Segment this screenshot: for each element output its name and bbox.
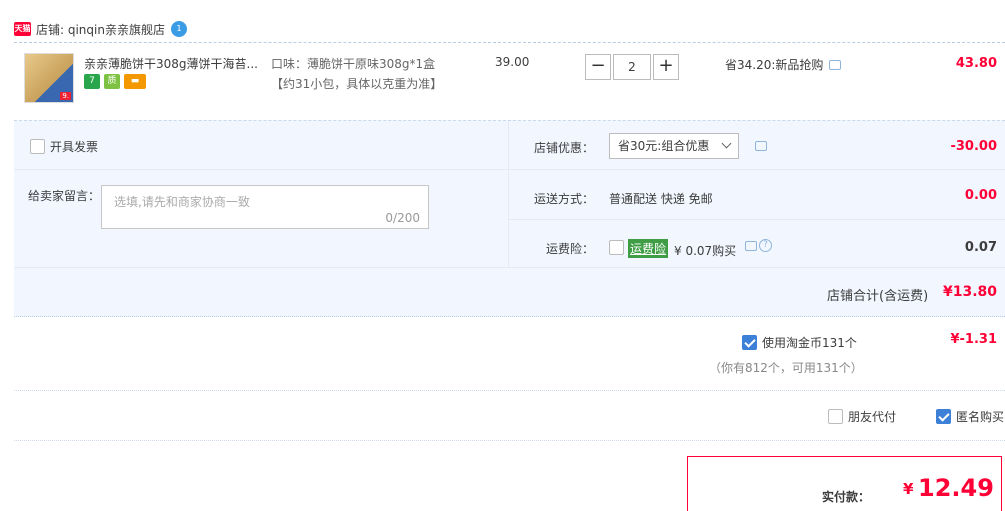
help-icon[interactable]: ?	[759, 239, 772, 252]
message-icon[interactable]	[829, 59, 842, 70]
divider	[14, 267, 1005, 268]
increase-quantity-button[interactable]: +	[653, 54, 679, 80]
shipping-method: 普通配送 快递 免邮	[609, 192, 713, 206]
message-icon[interactable]	[755, 141, 767, 151]
shop-name[interactable]: 店铺: qinqin亲亲旗舰店	[36, 21, 165, 38]
shop-discount-selected: 省30元:组合优惠	[618, 139, 710, 153]
credit-card-icon[interactable]: ▬	[124, 74, 146, 89]
chevron-down-icon	[721, 138, 732, 149]
divider	[509, 219, 1005, 220]
invoice-checkbox[interactable]	[30, 139, 45, 154]
friend-pay-label: 朋友代付	[848, 410, 897, 424]
sku-note: 【约31小包，具体以克重为准】	[271, 77, 443, 91]
product-title-link[interactable]: 亲亲薄脆饼干308g薄饼干海苔...	[84, 55, 264, 72]
insurance-icons: ?	[743, 239, 772, 252]
insurance-value: 0.07	[964, 240, 997, 255]
shop-discount-label: 店铺优惠：	[534, 141, 595, 155]
coins-discount-value: ¥-1.31	[950, 332, 997, 347]
promotion-info: 省34.20:新品抢购	[725, 56, 842, 73]
quantity-stepper: − 2 +	[585, 54, 679, 80]
seven-day-return-icon[interactable]: 7	[84, 74, 100, 89]
insurance-label: 运费险：	[546, 242, 595, 256]
message-placeholder: 选填,请先和商家协商一致	[114, 195, 250, 209]
friend-pay-checkbox[interactable]	[828, 409, 843, 424]
tmall-logo-icon: 天猫	[14, 22, 31, 36]
decrease-quantity-button[interactable]: −	[585, 54, 611, 80]
insurance-checkbox[interactable]	[609, 240, 624, 255]
message-char-count: 0/200	[385, 211, 420, 225]
sku-flavor: 口味：薄脆饼干原味308g*1盒	[271, 57, 436, 71]
insurance-badge[interactable]: 运费险	[628, 239, 669, 258]
anonymous-purchase-label: 匿名购买	[956, 410, 1005, 424]
payment-amount: 12.49	[918, 474, 994, 502]
wangwang-chat-icon[interactable]: 1	[170, 21, 187, 37]
message-label: 给卖家留言：	[28, 189, 101, 203]
divider	[14, 169, 508, 170]
coins-note: （你有812个，可用131个）	[709, 361, 863, 375]
product-thumbnail[interactable]: 9.	[24, 53, 74, 103]
friend-pay-option[interactable]: 朋友代付	[828, 408, 896, 425]
currency-symbol: ¥	[903, 480, 914, 498]
unit-price: 39.00	[495, 55, 530, 69]
use-coins-label: 使用淘金币131个	[762, 336, 857, 350]
payment-label: 实付款：	[821, 490, 870, 504]
invoice-label: 开具发票	[50, 140, 99, 154]
shop-total-value: ¥13.80	[942, 284, 997, 300]
insurance-price: ¥ 0.07购买	[674, 244, 737, 258]
message-icon[interactable]	[745, 240, 757, 251]
anonymous-purchase-checkbox[interactable]	[936, 409, 951, 424]
use-coins-checkbox[interactable]	[742, 335, 757, 350]
shop-discount-select[interactable]: 省30元:组合优惠	[609, 133, 739, 159]
anonymous-purchase-option[interactable]: 匿名购买	[936, 408, 1004, 425]
shipping-fee: 0.00	[964, 188, 997, 203]
divider	[14, 390, 1005, 391]
divider	[509, 169, 1005, 170]
shop-header: 天猫 店铺: qinqin亲亲旗舰店 1	[14, 18, 187, 40]
service-icons: 7 质 ▬	[84, 74, 146, 89]
invoice-option[interactable]: 开具发票	[30, 138, 98, 155]
shop-total-label: 店铺合计(含运费)	[827, 289, 929, 304]
quantity-input[interactable]: 2	[613, 54, 651, 80]
shop-discount-value: -30.00	[950, 139, 997, 154]
divider	[14, 440, 1005, 441]
quality-guarantee-icon[interactable]: 质	[104, 74, 120, 89]
thumbnail-tag: 9.	[60, 92, 71, 100]
promotion-text: 省34.20:新品抢购	[725, 58, 824, 72]
use-coins-option[interactable]: 使用淘金币131个	[742, 334, 857, 351]
item-subtotal: 43.80	[955, 56, 997, 71]
seller-message-input[interactable]: 选填,请先和商家协商一致 0/200	[101, 185, 429, 229]
sku-info: 口味：薄脆饼干原味308g*1盒 【约31小包，具体以克重为准】	[271, 54, 442, 94]
divider	[508, 121, 509, 267]
shipping-label: 运送方式：	[534, 192, 595, 206]
